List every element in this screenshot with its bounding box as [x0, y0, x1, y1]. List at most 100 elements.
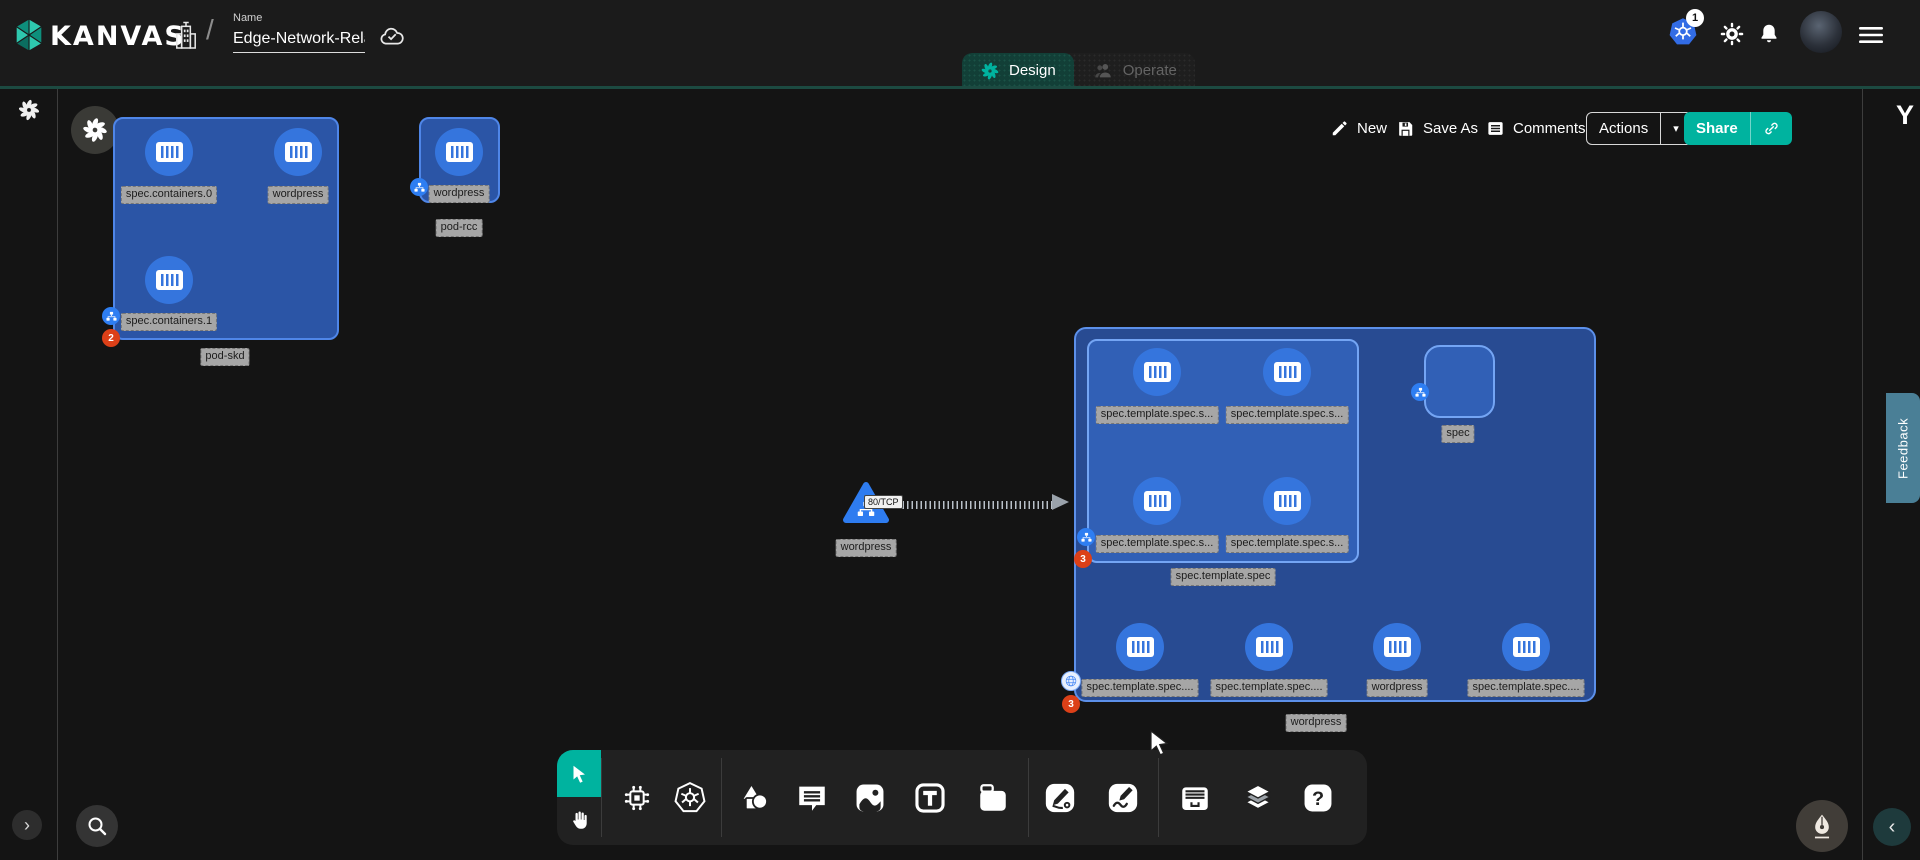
group-label-pod-skd: pod-skd: [200, 348, 249, 366]
chip-icon: [621, 782, 653, 814]
edge-pencil-icon: [1043, 781, 1077, 815]
container-icon: [156, 270, 183, 290]
node-template-container[interactable]: [1263, 477, 1311, 525]
kanvas-logo-icon[interactable]: [14, 17, 44, 53]
node-spec-containers-0[interactable]: [145, 128, 193, 176]
share-split-button: Share: [1684, 112, 1792, 145]
shapes-tool[interactable]: [733, 776, 777, 820]
node-wordpress-container[interactable]: [274, 128, 322, 176]
error-count-badge[interactable]: 2: [102, 329, 120, 347]
node-template-container[interactable]: [1263, 348, 1311, 396]
group-spec-template-spec[interactable]: [1087, 339, 1359, 563]
share-button[interactable]: Share: [1684, 112, 1750, 145]
node-deploy-container[interactable]: [1245, 623, 1293, 671]
mesh-badge[interactable]: [1061, 671, 1081, 691]
user-avatar[interactable]: [1800, 11, 1842, 53]
design-name-input[interactable]: [233, 28, 365, 53]
drawer-tool[interactable]: [1173, 776, 1217, 820]
container-icon: [156, 142, 183, 162]
kanvas-app: KANVAS / Name: [0, 0, 1920, 860]
error-count-badge[interactable]: 3: [1074, 550, 1092, 568]
sitemap-icon: [1415, 387, 1426, 398]
node-template-container[interactable]: [1133, 348, 1181, 396]
actions-split-button: Actions ▾: [1586, 112, 1692, 145]
node-label: spec.containers.1: [121, 313, 217, 331]
help-tool[interactable]: ?: [1296, 776, 1340, 820]
relationship-badge[interactable]: [410, 178, 428, 196]
kubernetes-tool[interactable]: [668, 776, 712, 820]
new-button[interactable]: New: [1330, 119, 1387, 138]
kubernetes-wheel-icon: [673, 781, 707, 815]
relationship-badge[interactable]: [1411, 383, 1429, 401]
hamburger-menu-icon[interactable]: [1858, 26, 1884, 44]
comment-icon: [795, 781, 829, 815]
header-bar: KANVAS / Name: [0, 0, 1920, 86]
container-icon: [1144, 362, 1171, 382]
pen-nib-icon: [1809, 813, 1835, 839]
save-as-button[interactable]: Save As: [1396, 119, 1478, 138]
shapes-icon: [738, 781, 772, 815]
component-tool[interactable]: [615, 776, 659, 820]
service-edge[interactable]: [898, 501, 1054, 509]
tab-design[interactable]: Design: [962, 53, 1074, 88]
relationship-badge[interactable]: [1077, 528, 1095, 546]
cursor-arrow-icon: [568, 763, 590, 785]
save-icon: [1396, 119, 1415, 138]
operate-people-icon: [1092, 61, 1114, 81]
node-deploy-container[interactable]: [1116, 623, 1164, 671]
tab-operate[interactable]: Operate: [1074, 53, 1195, 88]
expand-left-dock-button[interactable]: ›: [12, 810, 42, 840]
group-label-spec: spec: [1441, 425, 1474, 443]
select-tool[interactable]: [557, 750, 601, 797]
canvas-widgets-button[interactable]: [71, 106, 119, 154]
collapse-right-dock-button[interactable]: ‹: [1873, 808, 1911, 846]
pan-tool[interactable]: [557, 797, 601, 843]
meshery-spiral-icon[interactable]: [17, 98, 41, 122]
breadcrumb-separator: /: [206, 14, 214, 46]
node-deploy-container[interactable]: [1502, 623, 1550, 671]
zoom-button[interactable]: [76, 805, 118, 847]
group-spec[interactable]: [1424, 345, 1495, 418]
context-count-badge[interactable]: 1: [1686, 9, 1704, 27]
feedback-tab[interactable]: Feedback: [1886, 393, 1920, 503]
container-icon: [1256, 637, 1283, 657]
edge-arrowhead: [1052, 494, 1069, 510]
left-rail-divider: [57, 89, 58, 860]
freehand-pencil-tool[interactable]: [1101, 776, 1145, 820]
layers-tool[interactable]: [1236, 776, 1280, 820]
comment-tool[interactable]: [790, 776, 834, 820]
node-wordpress-container[interactable]: [435, 128, 483, 176]
service-label: wordpress: [836, 539, 897, 557]
actions-button[interactable]: Actions: [1587, 113, 1660, 144]
sitemap-icon: [414, 182, 425, 193]
edge-pencil-tool[interactable]: [1038, 776, 1082, 820]
node-deploy-container[interactable]: [1373, 623, 1421, 671]
relationship-badge[interactable]: [102, 307, 120, 325]
help-icon: ?: [1301, 781, 1335, 815]
new-button-label: New: [1357, 120, 1387, 137]
collapsed-panel-handle[interactable]: Y: [1896, 100, 1914, 131]
group-label-template: spec.template.spec: [1171, 568, 1276, 586]
node-label: wordpress: [429, 185, 490, 203]
save-as-button-label: Save As: [1423, 120, 1478, 137]
image-tool[interactable]: [848, 776, 892, 820]
mouse-cursor: [1150, 730, 1174, 756]
note-tool[interactable]: [971, 776, 1015, 820]
copy-link-button[interactable]: [1751, 112, 1792, 145]
error-count-badge[interactable]: 3: [1062, 695, 1080, 713]
node-label: spec.template.spec....: [1211, 679, 1328, 697]
text-tool[interactable]: [908, 776, 952, 820]
building-icon[interactable]: [173, 19, 199, 51]
node-spec-containers-1[interactable]: [145, 256, 193, 304]
node-label: spec.template.spec.s...: [1096, 535, 1219, 553]
notifications-bell-icon[interactable]: [1757, 21, 1781, 47]
signature-pen-button[interactable]: [1796, 800, 1848, 852]
node-template-container[interactable]: [1133, 477, 1181, 525]
drawer-icon: [1177, 781, 1213, 815]
container-icon: [1274, 491, 1301, 511]
comments-button[interactable]: Comments: [1486, 119, 1586, 138]
link-icon: [1763, 120, 1780, 137]
settings-gear-icon[interactable]: [1719, 21, 1745, 47]
container-icon: [1274, 362, 1301, 382]
node-label: spec.template.spec.s...: [1226, 406, 1349, 424]
